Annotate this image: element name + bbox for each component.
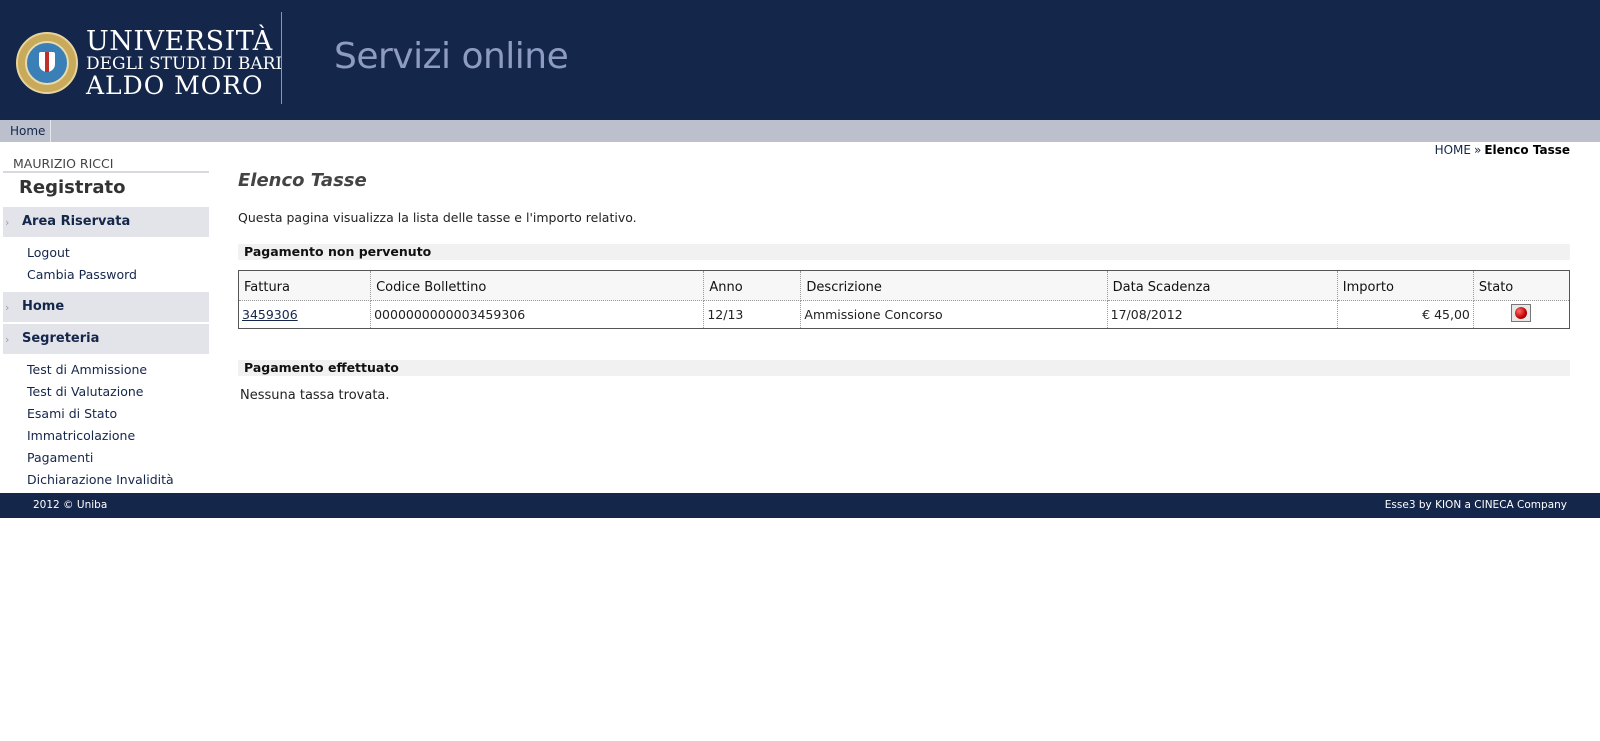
table-row: 3459306 0000000000003459306 12/13 Ammiss… — [238, 300, 1570, 329]
main-content: Elenco Tasse Questa pagina visualizza la… — [238, 170, 1570, 403]
sidebar-section-label: Segreteria — [22, 331, 100, 346]
column-header-anno: Anno — [703, 270, 802, 301]
column-header-data-scadenza: Data Scadenza — [1107, 270, 1338, 301]
cell-stato — [1473, 301, 1569, 329]
footer-vendor-credit[interactable]: Esse3 by KION a CINECA Company — [1385, 499, 1567, 511]
column-header-codice-bollettino: Codice Bollettino — [370, 270, 705, 301]
cell-codice-bollettino: 0000000000003459306 — [370, 300, 705, 329]
nav-home-link[interactable]: Home — [0, 120, 51, 142]
sidebar-item-pagamenti[interactable]: Pagamenti — [3, 447, 209, 469]
sidebar-item-dichiarazione-invalidita[interactable]: Dichiarazione Invalidità — [3, 469, 209, 491]
sidebar-section-segreteria[interactable]: › Segreteria — [3, 324, 209, 354]
page-title: Elenco Tasse — [238, 170, 367, 191]
section-pending-payments: Pagamento non pervenuto — [238, 244, 1570, 260]
footer-copyright: 2012 © Uniba — [33, 499, 108, 511]
user-status: Registrato — [19, 177, 126, 198]
site-footer: 2012 © Uniba Esse3 by KION a CINECA Comp… — [0, 493, 1600, 518]
sidebar-item-logout[interactable]: Logout — [3, 242, 209, 264]
sidebar-section-home[interactable]: › Home — [3, 292, 209, 322]
top-navbar: Home — [0, 120, 1600, 142]
sidebar-item-esami-di-stato[interactable]: Esami di Stato — [3, 403, 209, 425]
column-header-stato: Stato — [1473, 270, 1570, 301]
breadcrumb-current: Elenco Tasse — [1484, 143, 1570, 157]
sidebar-section-label: Home — [22, 299, 65, 314]
university-seal-icon — [16, 32, 78, 94]
column-header-importo: Importo — [1337, 270, 1474, 301]
user-name: MAURIZIO RICCI — [3, 155, 209, 173]
sidebar-section-area-riservata[interactable]: › Area Riservata — [3, 207, 209, 237]
chevron-right-icon: › — [5, 333, 10, 346]
cell-fattura: 3459306 — [238, 300, 372, 329]
header-divider — [281, 12, 282, 104]
site-header: UNIVERSITÀ DEGLI STUDI DI BARI ALDO MORO… — [0, 0, 1600, 120]
sidebar-item-immatricolazione[interactable]: Immatricolazione — [3, 425, 209, 447]
section-completed-payments: Pagamento effettuato — [238, 360, 1570, 376]
breadcrumb-home-link[interactable]: HOME — [1435, 143, 1471, 157]
logo-line-3: ALDO MORO — [86, 71, 264, 100]
sidebar-item-test-ammissione[interactable]: Test di Ammissione — [3, 359, 209, 381]
sidebar-sublist-area-riservata: Logout Cambia Password — [3, 237, 209, 290]
cell-anno: 12/13 — [703, 300, 802, 329]
cell-importo: € 45,00 — [1337, 300, 1474, 329]
fattura-link[interactable]: 3459306 — [242, 307, 298, 322]
university-logo[interactable]: UNIVERSITÀ DEGLI STUDI DI BARI ALDO MORO — [16, 28, 282, 98]
cell-descrizione: Ammissione Concorso — [800, 300, 1108, 329]
app-title: Servizi online — [334, 36, 569, 77]
sidebar-item-test-valutazione[interactable]: Test di Valutazione — [3, 381, 209, 403]
red-semaphore-icon[interactable] — [1511, 304, 1532, 322]
breadcrumb: HOME» Elenco Tasse — [1435, 143, 1570, 157]
column-header-fattura: Fattura — [238, 270, 372, 301]
sidebar: MAURIZIO RICCI Registrato › Area Riserva… — [3, 155, 209, 495]
tax-table: Fattura Codice Bollettino Anno Descrizio… — [238, 270, 1570, 329]
university-name: UNIVERSITÀ DEGLI STUDI DI BARI ALDO MORO — [86, 28, 282, 98]
cell-data-scadenza: 17/08/2012 — [1107, 300, 1338, 329]
chevron-right-icon: › — [5, 301, 10, 314]
page-intro: Questa pagina visualizza la lista delle … — [238, 210, 637, 225]
breadcrumb-separator: » — [1473, 143, 1482, 157]
sidebar-sublist-segreteria: Test di Ammissione Test di Valutazione E… — [3, 354, 209, 495]
column-header-descrizione: Descrizione — [800, 270, 1108, 301]
logo-line-1: UNIVERSITÀ — [86, 26, 273, 57]
sidebar-item-cambia-password[interactable]: Cambia Password — [3, 264, 209, 286]
table-header-row: Fattura Codice Bollettino Anno Descrizio… — [238, 270, 1570, 301]
no-taxes-message: Nessuna tassa trovata. — [240, 388, 390, 403]
chevron-right-icon: › — [5, 216, 10, 229]
sidebar-section-label: Area Riservata — [22, 214, 131, 229]
